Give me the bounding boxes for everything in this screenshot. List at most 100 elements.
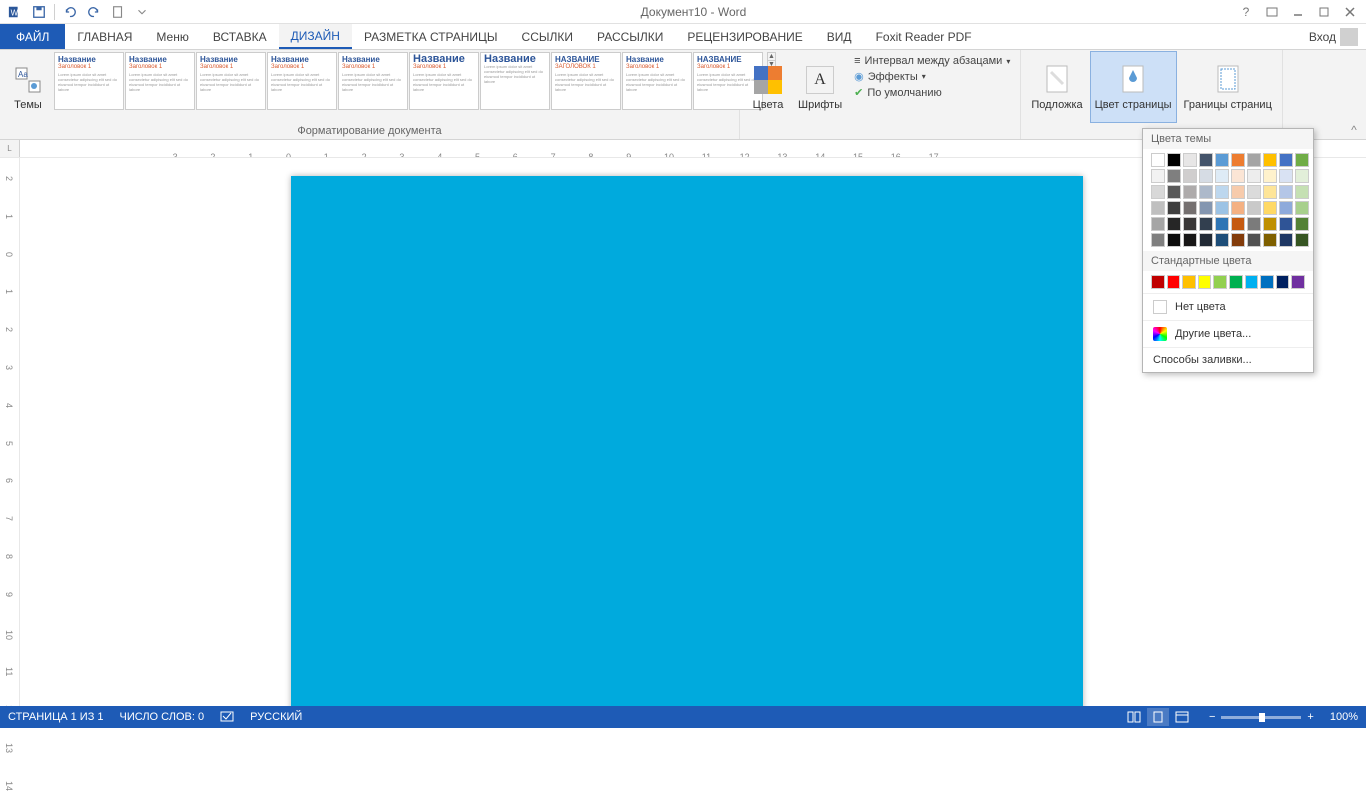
- tab-design[interactable]: ДИЗАЙН: [279, 24, 352, 49]
- color-swatch[interactable]: [1215, 185, 1229, 199]
- page-color-button[interactable]: Цвет страницы: [1091, 52, 1176, 122]
- set-default-button[interactable]: ✔По умолчанию: [850, 85, 1014, 100]
- color-swatch[interactable]: [1247, 233, 1261, 247]
- more-colors-item[interactable]: Другие цвета...: [1143, 320, 1313, 347]
- color-swatch[interactable]: [1263, 217, 1277, 231]
- minimize-icon[interactable]: [1286, 2, 1310, 22]
- color-swatch[interactable]: [1199, 217, 1213, 231]
- color-swatch[interactable]: [1215, 169, 1229, 183]
- color-swatch[interactable]: [1215, 153, 1229, 167]
- color-swatch[interactable]: [1182, 275, 1196, 289]
- color-swatch[interactable]: [1279, 169, 1293, 183]
- style-card[interactable]: НазваниеЗаголовок 1Lorem ipsum dolor sit…: [267, 52, 337, 110]
- status-proofing-icon[interactable]: [220, 709, 234, 726]
- color-swatch[interactable]: [1229, 275, 1243, 289]
- zoom-thumb[interactable]: [1259, 713, 1265, 722]
- ribbon-display-icon[interactable]: [1260, 2, 1284, 22]
- tab-file[interactable]: ФАЙЛ: [0, 24, 65, 49]
- color-swatch[interactable]: [1279, 185, 1293, 199]
- color-swatch[interactable]: [1183, 217, 1197, 231]
- color-swatch[interactable]: [1167, 275, 1181, 289]
- style-card[interactable]: НАЗВАНИЕЗАГОЛОВОК 1Lorem ipsum dolor sit…: [551, 52, 621, 110]
- color-swatch[interactable]: [1151, 233, 1165, 247]
- color-swatch[interactable]: [1199, 233, 1213, 247]
- redo-icon[interactable]: [83, 2, 105, 22]
- status-words[interactable]: ЧИСЛО СЛОВ: 0: [120, 711, 205, 723]
- tab-review[interactable]: РЕЦЕНЗИРОВАНИЕ: [675, 24, 814, 49]
- fill-effects-item[interactable]: Способы заливки...: [1143, 347, 1313, 372]
- color-swatch[interactable]: [1245, 275, 1259, 289]
- tab-home[interactable]: ГЛАВНАЯ: [65, 24, 144, 49]
- themes-button[interactable]: Aa Темы: [6, 52, 50, 122]
- color-swatch[interactable]: [1183, 153, 1197, 167]
- colors-button[interactable]: Цвета: [746, 52, 790, 122]
- color-swatch[interactable]: [1247, 169, 1261, 183]
- tab-mailings[interactable]: РАССЫЛКИ: [585, 24, 675, 49]
- collapse-ribbon-icon[interactable]: ^: [1346, 123, 1362, 137]
- color-swatch[interactable]: [1247, 201, 1261, 215]
- color-swatch[interactable]: [1151, 275, 1165, 289]
- color-swatch[interactable]: [1295, 169, 1309, 183]
- tab-view[interactable]: ВИД: [815, 24, 864, 49]
- color-swatch[interactable]: [1231, 153, 1245, 167]
- style-card[interactable]: НазваниеЗаголовок 1Lorem ipsum dolor sit…: [196, 52, 266, 110]
- zoom-slider[interactable]: − +: [1209, 711, 1314, 723]
- zoom-out-icon[interactable]: −: [1209, 711, 1215, 723]
- color-swatch[interactable]: [1199, 169, 1213, 183]
- fonts-button[interactable]: A Шрифты: [794, 52, 846, 122]
- word-icon[interactable]: W: [4, 2, 26, 22]
- color-swatch[interactable]: [1167, 217, 1181, 231]
- zoom-in-icon[interactable]: +: [1307, 711, 1313, 723]
- color-swatch[interactable]: [1260, 275, 1274, 289]
- color-swatch[interactable]: [1231, 185, 1245, 199]
- tab-layout[interactable]: РАЗМЕТКА СТРАНИЦЫ: [352, 24, 510, 49]
- color-swatch[interactable]: [1167, 233, 1181, 247]
- color-swatch[interactable]: [1295, 153, 1309, 167]
- color-swatch[interactable]: [1199, 201, 1213, 215]
- color-swatch[interactable]: [1167, 169, 1181, 183]
- color-swatch[interactable]: [1247, 185, 1261, 199]
- color-swatch[interactable]: [1263, 233, 1277, 247]
- color-swatch[interactable]: [1151, 201, 1165, 215]
- color-swatch[interactable]: [1295, 201, 1309, 215]
- tab-insert[interactable]: ВСТАВКА: [201, 24, 279, 49]
- color-swatch[interactable]: [1183, 233, 1197, 247]
- color-swatch[interactable]: [1151, 185, 1165, 199]
- color-swatch[interactable]: [1231, 169, 1245, 183]
- color-swatch[interactable]: [1279, 201, 1293, 215]
- style-card[interactable]: НазваниеLorem ipsum dolor sit amet conse…: [480, 52, 550, 110]
- color-swatch[interactable]: [1199, 185, 1213, 199]
- signin-link[interactable]: Вход: [1301, 24, 1366, 49]
- zoom-level[interactable]: 100%: [1330, 711, 1358, 723]
- status-page[interactable]: СТРАНИЦА 1 ИЗ 1: [8, 711, 104, 723]
- new-doc-icon[interactable]: [107, 2, 129, 22]
- color-swatch[interactable]: [1263, 201, 1277, 215]
- color-swatch[interactable]: [1279, 233, 1293, 247]
- color-swatch[interactable]: [1199, 153, 1213, 167]
- status-language[interactable]: РУССКИЙ: [250, 711, 302, 723]
- color-swatch[interactable]: [1291, 275, 1305, 289]
- help-icon[interactable]: ?: [1234, 2, 1258, 22]
- color-swatch[interactable]: [1295, 185, 1309, 199]
- no-color-item[interactable]: Нет цвета: [1143, 293, 1313, 320]
- color-swatch[interactable]: [1151, 217, 1165, 231]
- color-swatch[interactable]: [1279, 217, 1293, 231]
- style-card[interactable]: НазваниеЗаголовок 1Lorem ipsum dolor sit…: [125, 52, 195, 110]
- color-swatch[interactable]: [1183, 201, 1197, 215]
- close-icon[interactable]: [1338, 2, 1362, 22]
- color-swatch[interactable]: [1231, 201, 1245, 215]
- color-swatch[interactable]: [1247, 217, 1261, 231]
- color-swatch[interactable]: [1183, 169, 1197, 183]
- view-web-icon[interactable]: [1171, 708, 1193, 726]
- save-icon[interactable]: [28, 2, 50, 22]
- color-swatch[interactable]: [1295, 233, 1309, 247]
- color-swatch[interactable]: [1263, 185, 1277, 199]
- zoom-track[interactable]: [1221, 716, 1301, 719]
- ruler-vertical[interactable]: 2101234567891011121314: [0, 158, 20, 706]
- effects-button[interactable]: ◉Эффекты▾: [850, 69, 1014, 84]
- watermark-button[interactable]: Подложка: [1027, 52, 1086, 122]
- tab-foxit[interactable]: Foxit Reader PDF: [864, 24, 984, 49]
- style-card[interactable]: НазваниеЗаголовок 1Lorem ipsum dolor sit…: [409, 52, 479, 110]
- color-swatch[interactable]: [1183, 185, 1197, 199]
- ruler-corner[interactable]: L: [0, 140, 20, 158]
